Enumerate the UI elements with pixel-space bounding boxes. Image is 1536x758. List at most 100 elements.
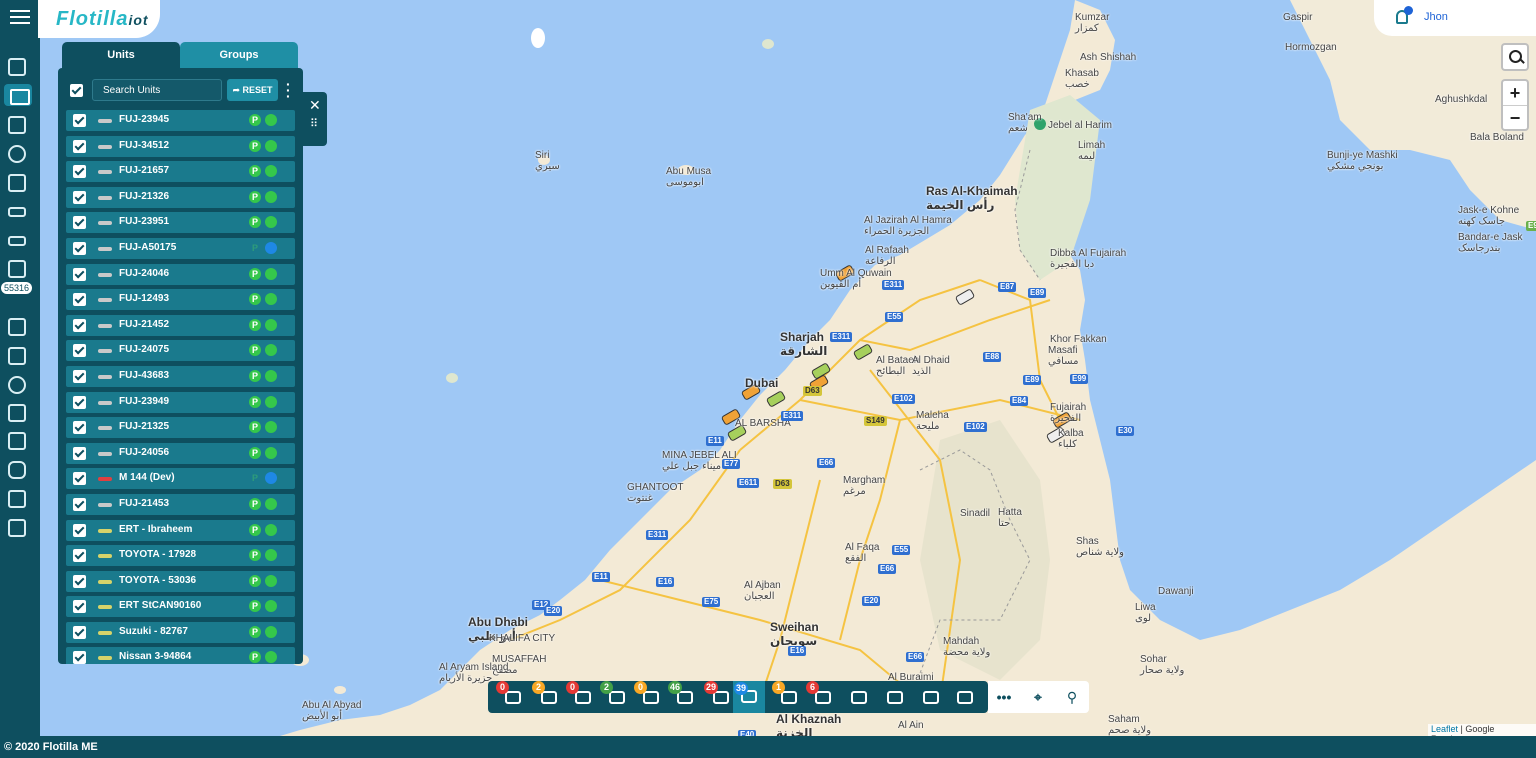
leaflet-link[interactable]: Leaflet [1431,724,1458,734]
unit-checkbox[interactable] [73,497,86,511]
status-dot [265,190,277,203]
unit-checkbox[interactable] [73,267,86,281]
unit-checkbox[interactable] [73,472,86,486]
unit-checkbox[interactable] [73,293,86,307]
place-label: Abu Al Abyad أبو الأبيض [302,700,362,722]
truck-idle-2-icon[interactable]: 0 [634,681,662,708]
unit-checkbox[interactable] [73,369,86,383]
tab-groups[interactable]: Groups [180,42,298,68]
layers-icon[interactable] [920,686,942,708]
document-icon[interactable] [8,318,26,336]
unit-checkbox[interactable] [73,241,86,255]
geofence-icon[interactable] [8,260,26,278]
unit-row[interactable]: ERT StCAN90160 P [66,596,295,618]
unit-row[interactable]: ERT - Ibraheem P [66,519,295,541]
unit-row[interactable]: FUJ-21325 P [66,417,295,439]
parking-badge: P [249,446,261,459]
brand-logo[interactable]: Flotillaiot [38,0,160,38]
alerts-count-badge[interactable]: 55316 [1,282,33,294]
unit-checkbox[interactable] [73,190,86,204]
live-tracking-icon[interactable] [4,84,32,106]
place-label: Aghushkdal [1435,94,1488,105]
settings-icon[interactable] [884,686,906,708]
unit-row[interactable]: TOYOTA - 17928 P [66,545,295,567]
zoom-in-button[interactable]: + [1503,81,1527,105]
unit-checkbox[interactable] [73,395,86,409]
unit-row[interactable]: FUJ-21326 P [66,186,295,208]
vehicle-icon[interactable] [8,207,26,217]
unit-row[interactable]: FUJ-12493 P [66,289,295,311]
truck-moving-icon[interactable]: 2 [600,681,628,708]
wheel-icon[interactable]: 0 [566,681,594,708]
parking-icon[interactable]: 39 [733,681,765,713]
unit-row[interactable]: FUJ-A50175 P [66,237,295,259]
more-options-icon[interactable]: · · · [286,77,292,103]
unit-row[interactable]: FUJ-23945 P [66,110,295,131]
user-management-icon[interactable] [8,347,26,365]
command-icon[interactable] [8,461,26,479]
location-pin-icon[interactable]: ⚲ [1062,687,1082,707]
speed-ok-icon[interactable]: 46 [668,681,696,708]
unit-checkbox[interactable] [73,114,86,127]
left-sidebar: 55316 [0,0,40,736]
select-all-checkbox[interactable] [70,84,83,97]
traffic-icon[interactable] [954,686,976,708]
unit-checkbox[interactable] [73,344,86,358]
unit-row[interactable]: TOYOTA - 53036 P [66,570,295,592]
close-icon[interactable]: ✕ [309,98,321,112]
unit-row[interactable]: FUJ-43683 P [66,365,295,387]
unit-row[interactable]: FUJ-21657 P [66,161,295,183]
unit-checkbox[interactable] [73,318,86,332]
unit-checkbox[interactable] [73,139,86,153]
speed-alert-icon[interactable]: 29 [704,681,732,708]
unit-row[interactable]: FUJ-23951 P [66,212,295,234]
unit-row[interactable]: Nissan 3-94864 P [66,647,295,664]
truck-stopped-icon[interactable]: 0 [496,681,524,708]
reports-icon[interactable] [8,116,26,134]
unit-row[interactable]: FUJ-24075 P [66,340,295,362]
unit-checkbox[interactable] [73,574,86,588]
unit-checkbox[interactable] [73,421,86,435]
reset-button[interactable]: ➦ RESET [227,79,278,101]
unit-row[interactable]: M 144 (Dev) P [66,468,295,490]
tab-units[interactable]: Units [62,42,180,68]
driver-icon[interactable] [8,145,26,163]
road-shield: E11 [706,436,724,446]
user-name[interactable]: Jhon [1424,11,1448,23]
unit-checkbox[interactable] [73,165,86,179]
search-units-input[interactable] [92,79,222,101]
unit-checkbox[interactable] [73,651,86,664]
hamburger-menu-icon[interactable] [10,10,30,26]
dashboard-icon[interactable] [8,58,26,76]
maintenance-icon[interactable] [8,490,26,508]
unit-row[interactable]: Suzuki - 82767 P [66,621,295,643]
battery-icon[interactable]: 6 [806,681,834,708]
unit-row[interactable]: FUJ-24046 P [66,263,295,285]
car-icon[interactable] [8,236,26,246]
mail-icon[interactable] [8,432,26,450]
unit-checkbox[interactable] [73,549,86,563]
unit-row[interactable]: FUJ-34512 P [66,135,295,157]
unit-name: FUJ-21452 [119,318,170,330]
unit-row[interactable]: FUJ-21453 P [66,493,295,515]
unit-checkbox[interactable] [73,523,86,537]
unit-checkbox[interactable] [73,446,86,460]
zoom-out-button[interactable]: − [1503,105,1527,129]
truck-idle-icon[interactable]: 2 [532,681,560,708]
more-horizontal-icon[interactable]: ••• [994,687,1014,707]
unit-row[interactable]: FUJ-24056 P [66,442,295,464]
map-alert-icon[interactable]: 1 [772,681,800,708]
unit-row[interactable]: FUJ-21452 P [66,314,295,336]
unit-checkbox[interactable] [73,625,86,639]
location-settings-icon[interactable] [8,404,26,422]
workflow-icon[interactable] [8,519,26,537]
cluster-icon[interactable] [848,686,870,708]
groups-icon[interactable] [8,174,26,192]
route-icon[interactable] [8,376,26,394]
unit-row[interactable]: FUJ-23949 P [66,391,295,413]
map-pin-zone-icon[interactable]: ⌖ [1028,687,1048,707]
map-search-icon[interactable] [1501,43,1529,71]
drag-handle-icon[interactable]: ⠿ [310,119,320,134]
unit-checkbox[interactable] [73,216,86,230]
unit-checkbox[interactable] [73,600,86,614]
